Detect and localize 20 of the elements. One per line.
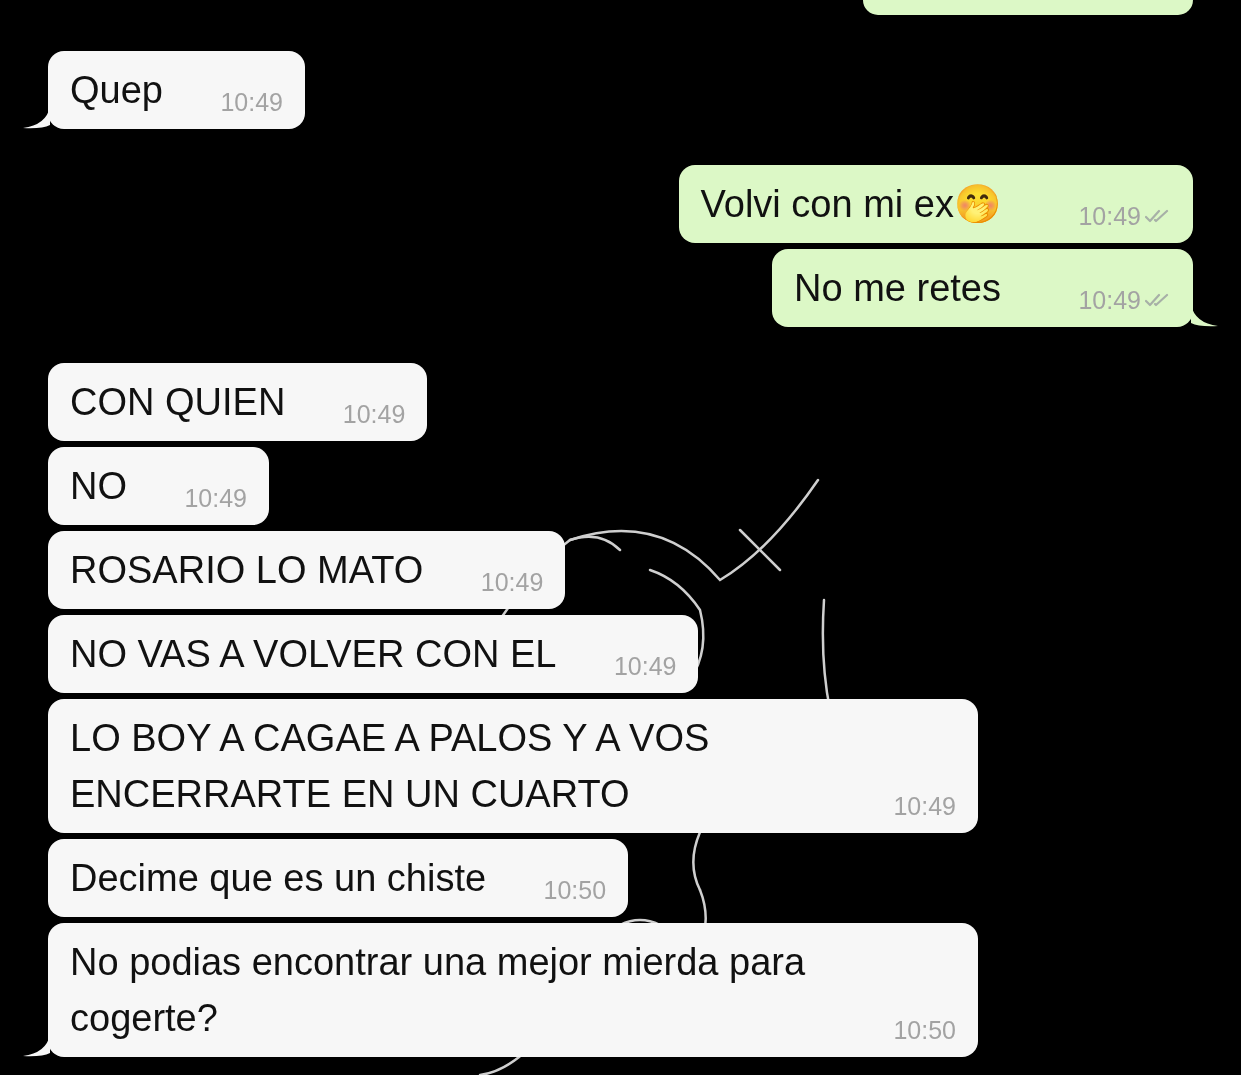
message-text: ROSARIO LO MATO [70,549,424,591]
message-time: 10:50 [543,875,607,905]
message-time: 10:49 [1078,285,1141,315]
message-text: Quep [70,69,163,111]
message-text: Volvi con mi ex🤭 [700,183,1001,225]
message-time: 10:49 [613,651,677,681]
message-time: 10:49 [184,483,247,513]
message-text: Decime que es un chiste [70,857,487,899]
message-text: LO BOY A CAGAE A PALOS Y A VOS ENCERRARTE EN UN CUARTO [70,717,710,815]
message-text: NO [70,465,127,507]
message-time: 10:49 [893,791,956,821]
message-time: 10:49 [342,399,406,429]
message-text: CON QUIEN [70,381,286,423]
message-text: No me retes [794,267,1001,309]
message-text: NO VAS A VOLVER CON EL [70,633,557,675]
message-time: 10:49 [1078,201,1141,231]
message-time: 10:50 [893,1015,956,1045]
message-time: 10:49 [220,87,283,117]
message-text: No podias encontrar una mejor mierda para cogerte? [70,941,806,1039]
message-time: 10:49 [480,567,544,597]
